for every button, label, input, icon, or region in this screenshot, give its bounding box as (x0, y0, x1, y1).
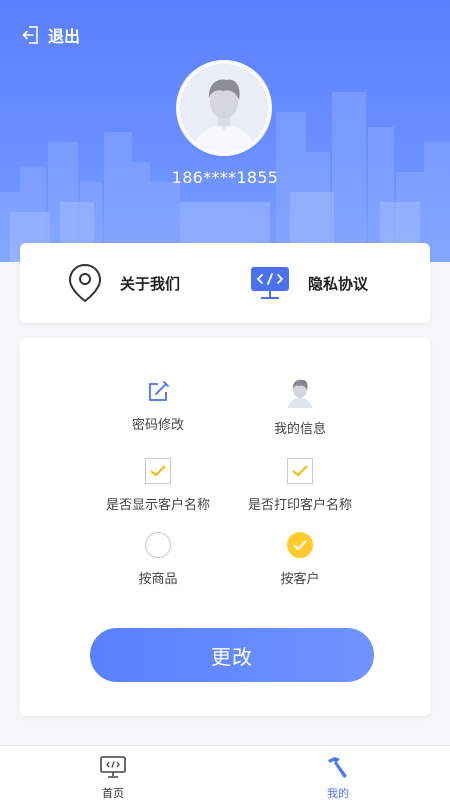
hammer-icon (328, 757, 347, 778)
check-icon (293, 539, 307, 550)
tab-home-label: 首页 (102, 787, 124, 800)
info-links-card: 关于我们 隐私协议 (20, 243, 430, 323)
show-customer-name-option[interactable]: 是否显示客户名称 (78, 458, 238, 513)
about-us-label: 关于我们 (120, 274, 181, 293)
edit-icon (149, 381, 169, 401)
password-change-item[interactable]: 密码修改 (78, 380, 238, 433)
user-avatar-icon (180, 64, 268, 152)
phone-number: 186****1855 (171, 168, 279, 187)
avatar[interactable] (176, 60, 272, 156)
show-customer-name-checkbox[interactable] (145, 458, 171, 484)
tab-home[interactable]: 首页 (53, 746, 173, 800)
password-change-label: 密码修改 (131, 418, 184, 433)
my-info-label: 我的信息 (273, 422, 326, 437)
privacy-policy-label: 隐私协议 (308, 274, 369, 293)
check-icon (292, 465, 308, 477)
my-info-item[interactable]: 我的信息 (220, 378, 380, 437)
submit-change-button[interactable]: 更改 (90, 628, 374, 682)
by-product-label: 按商品 (138, 572, 178, 587)
print-customer-name-label: 是否打印客户名称 (247, 498, 352, 513)
logout-button[interactable]: 退出 (22, 24, 80, 46)
profile-header: 退出 186****1855 (0, 0, 450, 262)
location-pin-icon (68, 263, 102, 303)
by-customer-label: 按客户 (280, 572, 320, 587)
bottom-tab-bar: 首页 我的 (0, 745, 450, 800)
settings-card: 密码修改 我的信息 是否显示客户名称 是否打印客户名称 按商品 按客户 更改 (20, 338, 430, 716)
logout-label: 退出 (48, 27, 81, 46)
about-us-link[interactable]: 关于我们 (68, 243, 180, 323)
tab-mine-label: 我的 (327, 787, 349, 800)
check-icon (150, 465, 166, 477)
tab-mine[interactable]: 我的 (278, 746, 398, 800)
user-profile-icon (288, 379, 312, 408)
print-customer-name-option[interactable]: 是否打印客户名称 (220, 458, 380, 513)
by-customer-option[interactable]: 按客户 (220, 532, 380, 587)
logout-icon (22, 26, 38, 44)
by-product-radio[interactable] (145, 532, 171, 558)
print-customer-name-checkbox[interactable] (287, 458, 313, 484)
privacy-policy-link[interactable]: 隐私协议 (250, 243, 368, 323)
show-customer-name-label: 是否显示客户名称 (105, 498, 210, 513)
monitor-icon (100, 756, 126, 778)
by-customer-radio[interactable] (287, 532, 313, 558)
by-product-option[interactable]: 按商品 (78, 532, 238, 587)
code-monitor-icon (251, 267, 289, 299)
